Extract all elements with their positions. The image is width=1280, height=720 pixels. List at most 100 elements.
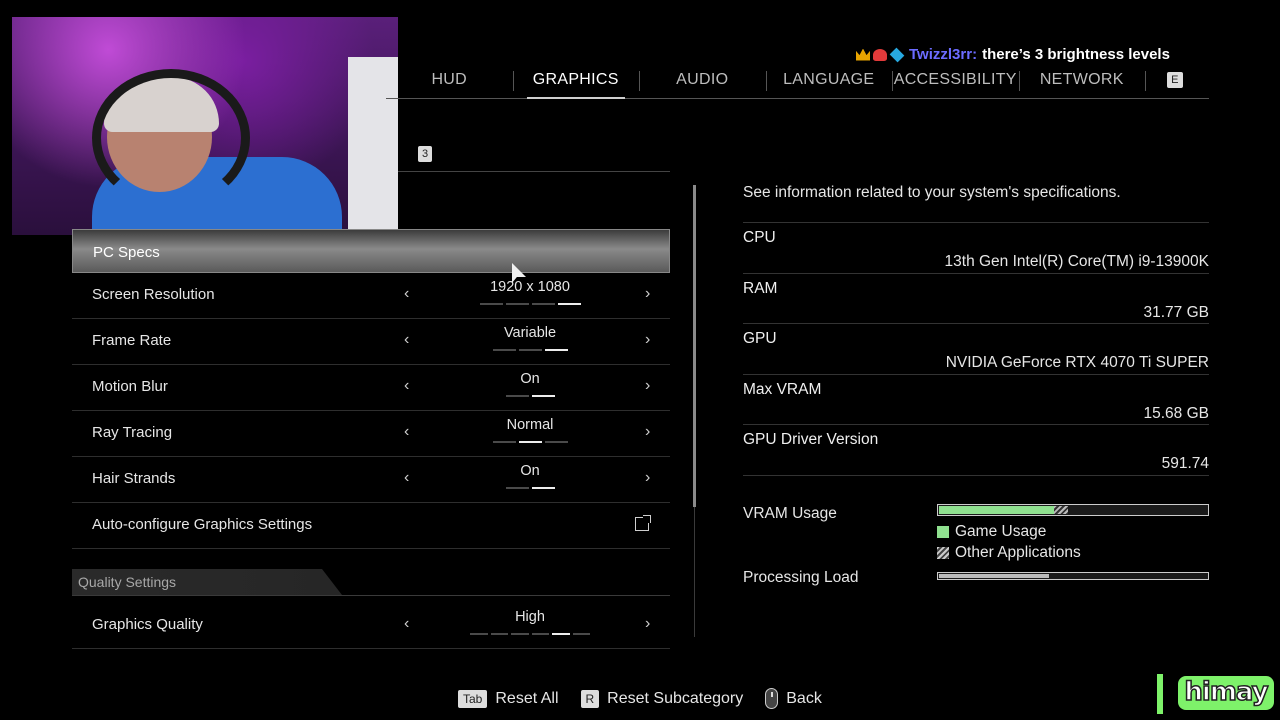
subtab-key-hint[interactable]: 3: [418, 146, 433, 162]
reset-all-hint[interactable]: Tab Reset All: [458, 689, 559, 708]
tab-next-key-hint[interactable]: E: [1145, 64, 1205, 98]
tab-accessibility[interactable]: ACCESSIBILITY: [892, 64, 1019, 98]
option-dot: [544, 441, 568, 443]
chevron-left-icon[interactable]: ‹: [404, 331, 409, 349]
legend-game-label: Game Usage: [955, 523, 1047, 540]
option-dot: [470, 633, 488, 635]
motion-blur-label: Motion Blur: [92, 378, 168, 395]
chevron-right-icon[interactable]: ›: [645, 331, 650, 349]
spec-name: GPU Driver Version: [743, 431, 879, 448]
motion-blur-value: On: [520, 371, 540, 387]
motion-blur-row[interactable]: Motion Blur ‹ On ›: [72, 365, 670, 411]
chevron-right-icon[interactable]: ›: [645, 615, 650, 633]
logo-accent-bar: [1157, 674, 1163, 714]
screen-resolution-value: 1920 x 1080: [490, 279, 570, 295]
option-dot: [505, 303, 529, 305]
spec-ram: RAM 31.77 GB: [743, 274, 1210, 324]
chat-text: there’s 3 brightness levels: [982, 46, 1170, 63]
option-dot: [511, 633, 529, 635]
option-indicator: [470, 303, 590, 305]
option-dot: [505, 395, 529, 397]
chevron-right-icon[interactable]: ›: [645, 469, 650, 487]
graphics-quality-value: High: [515, 609, 545, 625]
webcam-overlay: [12, 17, 398, 235]
chevron-left-icon[interactable]: ‹: [404, 377, 409, 395]
spec-value: 31.77 GB: [1143, 303, 1210, 321]
spec-value: NVIDIA GeForce RTX 4070 Ti SUPER: [945, 354, 1209, 371]
chevron-left-icon[interactable]: ‹: [404, 423, 409, 441]
controls-hint-bar: Tab Reset All R Reset Subcategory Back: [458, 688, 844, 709]
chevron-left-icon[interactable]: ‹: [404, 469, 409, 487]
external-link-icon: [635, 515, 651, 531]
option-indicator: [470, 441, 590, 443]
hair-strands-label: Hair Strands: [92, 470, 176, 487]
chat-message: Twizzl3rr: there’s 3 brightness levels: [856, 46, 1170, 63]
option-dot: [531, 395, 555, 397]
spec-gpu-driver: GPU Driver Version 591.74: [743, 425, 1209, 476]
back-hint[interactable]: Back: [765, 688, 822, 709]
panel-description: See information related to your system's…: [743, 184, 1121, 201]
ray-tracing-row[interactable]: Ray Tracing ‹ Normal ›: [72, 411, 670, 457]
pc-specs-panel: See information related to your system's…: [743, 184, 1209, 476]
option-dot: [479, 303, 503, 305]
settings-tabs: HUD GRAPHICS AUDIO LANGUAGE ACCESSIBILIT…: [386, 64, 1209, 99]
tab-network[interactable]: NETWORK: [1018, 64, 1146, 98]
chevron-right-icon[interactable]: ›: [645, 377, 650, 395]
chevron-right-icon[interactable]: ›: [645, 285, 650, 303]
list-scrollbar[interactable]: [693, 185, 696, 637]
option-indicator: [470, 395, 590, 397]
graphics-settings-list: PC Specs Screen Resolution ‹ 1920 x 1080…: [72, 229, 670, 649]
tab-audio[interactable]: AUDIO: [639, 64, 766, 98]
legend-other: Other Applications: [937, 544, 1081, 562]
spec-value: 15.68 GB: [1143, 404, 1210, 422]
spec-name: RAM: [743, 279, 778, 297]
option-indicator: [470, 487, 590, 489]
pc-specs-row[interactable]: PC Specs: [72, 229, 670, 273]
frame-rate-row[interactable]: Frame Rate ‹ Variable ›: [72, 319, 670, 365]
vram-usage-label: VRAM Usage: [743, 505, 837, 522]
key-e-icon: E: [1167, 71, 1183, 88]
rocket-icon: [873, 48, 887, 61]
spec-gpu: GPU NVIDIA GeForce RTX 4070 Ti SUPER: [743, 324, 1209, 375]
legend-other-label: Other Applications: [955, 544, 1081, 561]
option-dot: [531, 633, 549, 635]
chevron-left-icon[interactable]: ‹: [404, 615, 409, 633]
frame-rate-label: Frame Rate: [92, 332, 172, 349]
reset-all-label: Reset All: [495, 689, 559, 707]
chevron-right-icon[interactable]: ›: [645, 423, 650, 441]
tab-graphics[interactable]: GRAPHICS: [512, 64, 640, 99]
legend-game: Game Usage: [937, 523, 1046, 541]
option-dot: [552, 633, 570, 635]
option-dot: [531, 487, 555, 489]
ray-tracing-value: Normal: [506, 417, 554, 433]
option-dot: [531, 303, 555, 305]
option-dot: [544, 349, 568, 351]
quality-settings-section: Quality Settings: [72, 569, 670, 603]
tab-language[interactable]: LANGUAGE: [765, 64, 893, 98]
reset-subcategory-hint[interactable]: R Reset Subcategory: [580, 689, 743, 708]
section-divider: [72, 595, 670, 596]
ray-tracing-label: Ray Tracing: [92, 424, 173, 441]
spec-value: 13th Gen Intel(R) Core(TM) i9-13900K: [944, 253, 1209, 270]
option-dot: [492, 441, 516, 443]
option-indicator: [470, 349, 590, 351]
hair-strands-row[interactable]: Hair Strands ‹ On ›: [72, 457, 670, 503]
option-dot: [518, 349, 542, 351]
tab-hud[interactable]: HUD: [386, 64, 513, 98]
crown-icon: [856, 48, 870, 61]
chevron-left-icon[interactable]: ‹: [404, 285, 409, 303]
spec-name: CPU: [743, 229, 776, 246]
r-key-icon: R: [580, 689, 600, 708]
chat-username: Twizzl3rr:: [909, 46, 978, 63]
pc-specs-label: PC Specs: [93, 244, 160, 261]
auto-configure-row[interactable]: Auto-configure Graphics Settings: [72, 503, 670, 549]
subtab-divider: [398, 171, 670, 172]
processing-load-fill: [939, 574, 1049, 578]
vram-game-fill: [939, 506, 1055, 514]
scrollbar-thumb[interactable]: [693, 185, 696, 507]
option-dot: [572, 633, 590, 635]
screen-resolution-row[interactable]: Screen Resolution ‹ 1920 x 1080 ›: [72, 273, 670, 319]
graphics-quality-row[interactable]: Graphics Quality ‹ High ›: [72, 603, 670, 649]
vram-usage-bar: [937, 504, 1209, 516]
spec-value: 591.74: [1161, 455, 1209, 472]
